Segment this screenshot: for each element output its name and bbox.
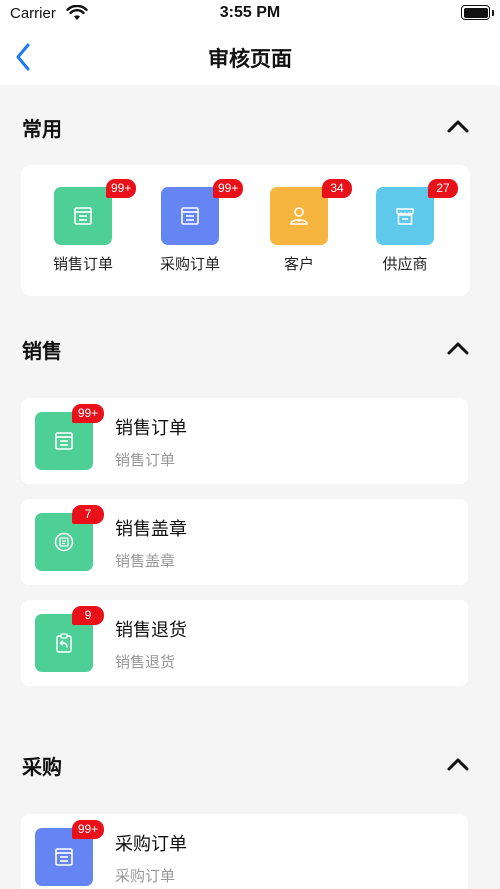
count-badge: 7 — [72, 505, 104, 524]
return-clipboard-icon — [56, 633, 72, 653]
store-icon — [396, 208, 414, 225]
count-badge: 9 — [72, 606, 104, 625]
collapse-sales-button[interactable] — [446, 340, 470, 356]
list-item-sales-return[interactable]: 9 销售退货 销售退货 — [21, 600, 468, 686]
section-title-common: 常用 — [22, 117, 62, 141]
grid-icon-tile — [270, 187, 328, 245]
list-item-subtitle: 销售盖章 — [115, 552, 176, 570]
document-icon — [74, 207, 92, 225]
grid-icon-tile — [161, 187, 219, 245]
navigation-bar: 审核页面 — [0, 28, 500, 85]
chevron-up-icon — [447, 758, 469, 771]
section-header-common: 常用 — [0, 105, 500, 145]
document-icon — [55, 848, 73, 866]
list-item-title: 销售退货 — [115, 620, 187, 641]
shortcut-label: 客户 — [283, 255, 314, 273]
shortcut-supplier[interactable]: 27 供应商 — [355, 165, 458, 296]
shortcut-label: 供应商 — [382, 255, 428, 273]
person-icon — [290, 207, 308, 225]
shortcut-label: 销售订单 — [52, 255, 113, 273]
document-icon — [181, 207, 199, 225]
count-badge: 99+ — [106, 179, 137, 198]
list-item-subtitle: 销售退货 — [115, 653, 176, 671]
count-badge: 34 — [322, 179, 352, 198]
shortcut-sales-order[interactable]: 99+ 销售订单 — [33, 165, 137, 296]
page-title: 审核页面 — [208, 47, 292, 71]
status-time: 3:55 PM — [219, 4, 281, 21]
count-badge: 27 — [428, 179, 458, 198]
chevron-up-icon — [447, 120, 469, 133]
shortcut-customer[interactable]: 34 客户 — [249, 165, 352, 296]
list-item-title: 销售订单 — [115, 418, 187, 439]
shortcut-label: 采购订单 — [159, 255, 220, 273]
grid-icon-tile — [54, 187, 112, 245]
count-badge: 99+ — [72, 404, 104, 423]
section-title-purchase: 采购 — [22, 755, 62, 779]
section-title-sales: 销售 — [22, 339, 62, 363]
grid-icon-tile — [376, 187, 434, 245]
collapse-purchase-button[interactable] — [446, 756, 470, 772]
count-badge: 99+ — [213, 179, 244, 198]
list-item-title: 采购订单 — [115, 834, 187, 855]
status-bar: Carrier 3:55 PM — [0, 0, 500, 28]
list-item-subtitle: 销售订单 — [115, 451, 176, 469]
list-item-sales-order[interactable]: 99+ 销售订单 销售订单 — [21, 398, 468, 484]
document-icon — [55, 432, 73, 450]
list-item-purchase-order[interactable]: 99+ 采购订单 采购订单 — [21, 814, 468, 889]
section-header-purchase: 采购 — [0, 743, 500, 783]
section-header-sales: 销售 — [0, 327, 500, 367]
chevron-up-icon — [447, 342, 469, 355]
battery-tip — [492, 10, 494, 16]
battery-icon — [461, 5, 490, 20]
list-item-sales-stamp[interactable]: 7 销售盖章 销售盖章 — [21, 499, 468, 585]
count-badge: 99+ — [72, 820, 104, 839]
common-shortcuts-card: 99+ 销售订单 99+ 采购订单 34 客户 27 供应商 — [21, 165, 470, 296]
collapse-common-button[interactable] — [446, 118, 470, 134]
stamp-icon — [54, 532, 74, 552]
list-item-subtitle: 采购订单 — [115, 867, 176, 885]
list-item-title: 销售盖章 — [115, 519, 187, 540]
shortcut-purchase-order[interactable]: 99+ 采购订单 — [140, 165, 244, 296]
